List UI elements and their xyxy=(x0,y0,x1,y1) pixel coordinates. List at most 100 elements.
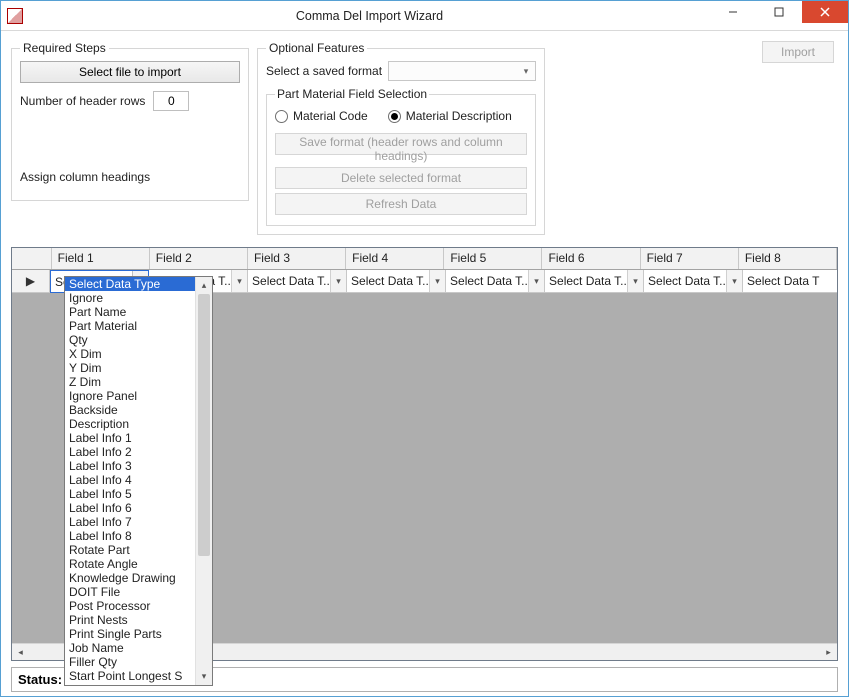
saved-format-label: Select a saved format xyxy=(266,64,382,78)
column-header[interactable]: Field 1 xyxy=(52,248,150,269)
delete-format-button: Delete selected format xyxy=(275,167,527,189)
dropdown-option[interactable]: X Dim xyxy=(65,347,195,361)
header-rows-input[interactable] xyxy=(153,91,189,111)
dropdown-option[interactable]: Label Info 1 xyxy=(65,431,195,445)
material-selection-group: Part Material Field Selection Material C… xyxy=(266,87,536,226)
row-selector-header xyxy=(12,248,52,269)
dropdown-option[interactable]: Z Dim xyxy=(65,375,195,389)
chevron-down-icon: ▾ xyxy=(429,270,445,292)
required-steps-legend: Required Steps xyxy=(20,41,109,55)
dropdown-option[interactable]: Rotate Part xyxy=(65,543,195,557)
dropdown-option[interactable]: Print Single Parts xyxy=(65,627,195,641)
saved-format-combo[interactable]: ▾ xyxy=(388,61,536,81)
dropdown-option[interactable]: Nest Rotation xyxy=(65,683,195,685)
maximize-icon xyxy=(774,7,784,17)
optional-features-group: Optional Features Select a saved format … xyxy=(257,41,545,235)
row-indicator[interactable]: ▶ xyxy=(12,270,50,293)
refresh-data-button: Refresh Data xyxy=(275,193,527,215)
dropdown-option[interactable]: Post Processor xyxy=(65,599,195,613)
scroll-down-icon[interactable]: ▾ xyxy=(196,668,212,685)
select-file-button[interactable]: Select file to import xyxy=(20,61,240,83)
dropdown-option[interactable]: Select Data Type xyxy=(65,277,195,291)
close-button[interactable] xyxy=(802,1,848,23)
column-header[interactable]: Field 5 xyxy=(444,248,542,269)
chevron-down-icon: ▾ xyxy=(330,270,346,292)
app-window: Comma Del Import Wizard Required Steps S… xyxy=(0,0,849,697)
dropdown-option[interactable]: Start Point Longest S xyxy=(65,669,195,683)
material-description-label: Material Description xyxy=(406,109,512,123)
field-type-dropdown[interactable]: Select Data TypeIgnorePart NamePart Mate… xyxy=(64,276,213,686)
required-steps-group: Required Steps Select file to import Num… xyxy=(11,41,249,201)
dropdown-option[interactable]: Qty xyxy=(65,333,195,347)
chevron-down-icon: ▾ xyxy=(528,270,544,292)
window-title: Comma Del Import Wizard xyxy=(29,9,710,23)
scroll-up-icon[interactable]: ▴ xyxy=(196,277,212,294)
dropdown-option[interactable]: Part Name xyxy=(65,305,195,319)
material-description-radio[interactable]: Material Description xyxy=(388,109,512,123)
save-format-button: Save format (header rows and column head… xyxy=(275,133,527,155)
header-rows-label: Number of header rows xyxy=(20,94,145,108)
scroll-left-icon[interactable]: ◂ xyxy=(12,644,29,661)
dropdown-option[interactable]: Print Nests xyxy=(65,613,195,627)
column-header[interactable]: Field 2 xyxy=(150,248,248,269)
chevron-down-icon: ▾ xyxy=(231,270,247,292)
status-label: Status: xyxy=(18,672,62,687)
dropdown-option[interactable]: Job Name xyxy=(65,641,195,655)
dropdown-option[interactable]: Label Info 4 xyxy=(65,473,195,487)
maximize-button[interactable] xyxy=(756,1,802,23)
dropdown-option[interactable]: Ignore xyxy=(65,291,195,305)
dropdown-option[interactable]: Knowledge Drawing xyxy=(65,571,195,585)
dropdown-option[interactable]: Ignore Panel xyxy=(65,389,195,403)
dropdown-scrollbar[interactable]: ▴ ▾ xyxy=(195,277,212,685)
chevron-down-icon: ▾ xyxy=(627,270,643,292)
dropdown-option[interactable]: Y Dim xyxy=(65,361,195,375)
dropdown-option[interactable]: DOIT File xyxy=(65,585,195,599)
column-header[interactable]: Field 7 xyxy=(641,248,739,269)
dropdown-option[interactable]: Filler Qty xyxy=(65,655,195,669)
dropdown-option[interactable]: Label Info 5 xyxy=(65,487,195,501)
cell-value: Select Data T xyxy=(743,274,837,288)
dropdown-option[interactable]: Rotate Angle xyxy=(65,557,195,571)
dropdown-option[interactable]: Label Info 7 xyxy=(65,515,195,529)
radio-icon xyxy=(388,110,401,123)
dropdown-option[interactable]: Label Info 6 xyxy=(65,501,195,515)
import-button: Import xyxy=(762,41,834,63)
dropdown-option[interactable]: Backside xyxy=(65,403,195,417)
column-header[interactable]: Field 4 xyxy=(346,248,444,269)
field-type-cell[interactable]: Select Data T... ▾ xyxy=(545,270,644,293)
column-header[interactable]: Field 3 xyxy=(248,248,346,269)
field-type-cell[interactable]: Select Data T... ▾ xyxy=(446,270,545,293)
optional-features-legend: Optional Features xyxy=(266,41,367,55)
column-header[interactable]: Field 6 xyxy=(542,248,640,269)
field-type-cell[interactable]: Select Data T xyxy=(743,270,837,293)
cell-value: Select Data T... xyxy=(446,274,528,288)
field-type-cell[interactable]: Select Data T... ▾ xyxy=(248,270,347,293)
cell-value: Select Data T... xyxy=(545,274,627,288)
titlebar: Comma Del Import Wizard xyxy=(1,1,848,31)
assign-headings-label: Assign column headings xyxy=(20,170,240,184)
dropdown-option[interactable]: Part Material xyxy=(65,319,195,333)
scroll-thumb[interactable] xyxy=(198,294,210,556)
scroll-track[interactable] xyxy=(196,294,212,668)
saved-format-row: Select a saved format ▾ xyxy=(266,61,536,81)
field-type-cell[interactable]: Select Data T... ▾ xyxy=(347,270,446,293)
material-selection-legend: Part Material Field Selection xyxy=(275,87,429,101)
material-code-radio[interactable]: Material Code xyxy=(275,109,368,123)
close-icon xyxy=(820,7,830,17)
dropdown-option[interactable]: Label Info 3 xyxy=(65,459,195,473)
minimize-icon xyxy=(728,7,738,17)
dropdown-list[interactable]: Select Data TypeIgnorePart NamePart Mate… xyxy=(65,277,195,685)
scroll-right-icon[interactable]: ▸ xyxy=(820,644,837,661)
grid-header-row: Field 1 Field 2 Field 3 Field 4 Field 5 … xyxy=(12,248,837,270)
dropdown-option[interactable]: Label Info 8 xyxy=(65,529,195,543)
dropdown-option[interactable]: Description xyxy=(65,417,195,431)
cell-value: Select Data T... xyxy=(248,274,330,288)
minimize-button[interactable] xyxy=(710,1,756,23)
import-button-wrap: Import xyxy=(762,41,838,63)
dropdown-option[interactable]: Label Info 2 xyxy=(65,445,195,459)
cell-value: Select Data T... xyxy=(347,274,429,288)
cell-value: Select Data T... xyxy=(644,274,726,288)
column-header[interactable]: Field 8 xyxy=(739,248,837,269)
field-type-cell[interactable]: Select Data T... ▾ xyxy=(644,270,743,293)
window-buttons xyxy=(710,1,848,30)
